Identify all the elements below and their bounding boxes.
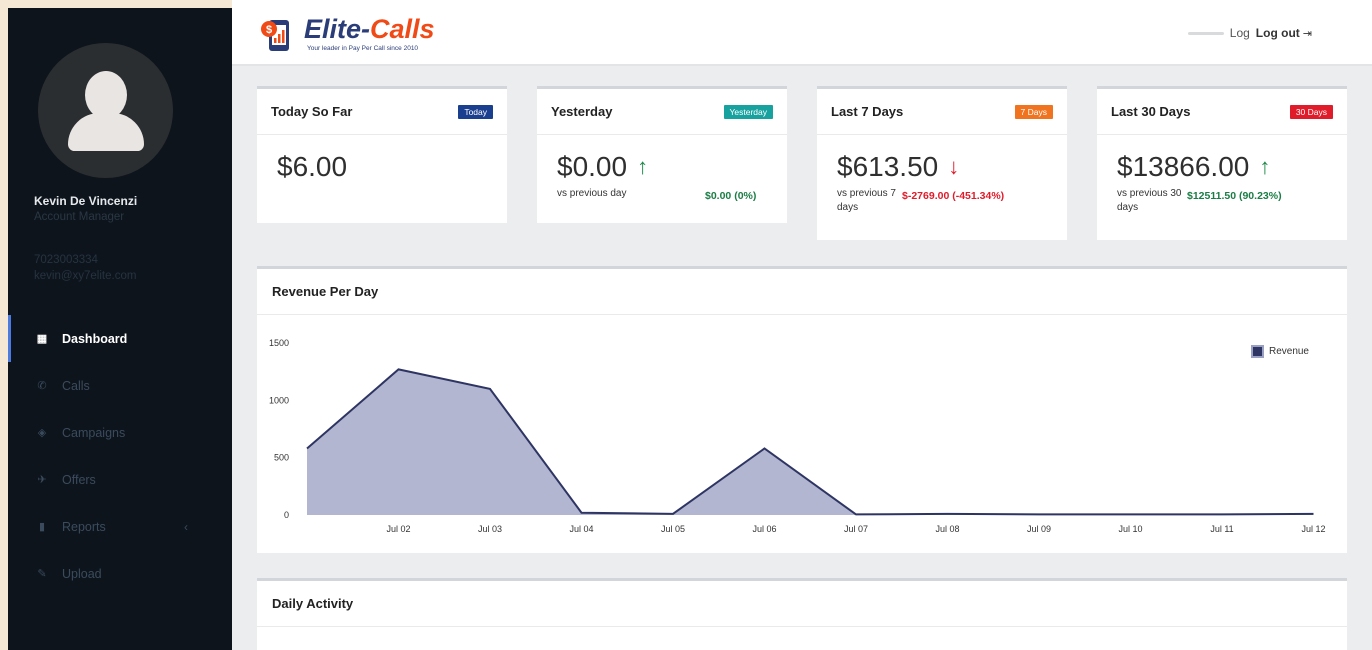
stat-title: Last 7 Days [831,104,904,119]
y-tick-label: 1000 [269,395,289,405]
period-badge: 7 Days [1014,104,1053,119]
svg-text:$: $ [266,24,272,36]
paper-plane-icon: ✈ [37,474,47,486]
blurred-username [1187,31,1224,35]
sidebar-item-label: Calls [62,378,90,393]
sign-out-icon: ⇥ [1302,28,1312,40]
chevron-left-icon: ‹ [184,519,188,534]
daily-activity-panel: Daily Activity [257,578,1347,650]
log-text: Log [1229,26,1250,40]
revenue-area [307,369,1314,515]
user-menu: Log Log out ⇥ [1187,26,1312,40]
user-phone: 7023003334 [34,254,98,266]
comparison-delta: $12511.50 (90.23%) [1187,190,1282,202]
user-name: Kevin De Vincenzi [34,194,138,208]
logout-link[interactable]: Log out ⇥ [1256,26,1312,40]
x-tick-label: Jul 12 [1301,524,1325,534]
sidebar-item-calls[interactable]: ✆ Calls [8,362,232,409]
arrow-down-icon: ↓ [948,154,960,179]
avatar [38,43,173,178]
phone-icon: ✆ [37,380,47,392]
sidebar-item-label: Reports [62,519,106,534]
stat-card-7-days: Last 7 Days 7 Days $613.50 ↓ vs previous … [817,86,1067,240]
comparison-label: vs previous 30 days [1117,188,1182,213]
avatar-body-icon [68,113,144,151]
grid-icon: ▦ [36,333,48,345]
x-tick-label: Jul 02 [386,524,410,534]
y-tick-label: 500 [274,453,289,463]
sidebar-item-offers[interactable]: ✈ Offers [8,456,232,503]
sidebar-item-campaigns[interactable]: ◈ Campaigns [8,409,232,456]
sidebar-item-label: Campaigns [62,425,126,440]
stat-amount: $613.50 [837,151,939,182]
stat-card-yesterday: Yesterday Yesterday $0.00 ↑ vs previous d… [537,86,787,223]
x-tick-label: Jul 05 [661,524,685,534]
sidebar: Kevin De Vincenzi Account Manager 702300… [8,8,232,650]
revenue-chart: 0 500 1000 1500 Jul 02 Jul 03 Jul 04 Jul 05 Jul … [269,338,1326,534]
sidebar-item-reports[interactable]: ▮ Reports ‹ [8,503,232,550]
x-tick-label: Jul 04 [569,524,593,534]
brand-wordmark: Elite-Calls [304,14,435,44]
user-role: Account Manager [34,211,125,223]
panel-title: Daily Activity [257,581,1347,627]
y-tick-label: 1500 [269,338,289,348]
stat-amount: $6.00 [277,151,348,182]
revenue-panel: Revenue Per Day Revenue 0 500 1000 1500 Jul … [257,266,1347,553]
avatar-head-icon [85,71,127,119]
brand-tagline: Your leader in Pay Per Call since 2010 [307,45,419,52]
x-tick-label: Jul 06 [752,524,776,534]
x-tick-label: Jul 03 [478,524,502,534]
bar-chart-icon: ▮ [38,521,46,533]
sidebar-item-label: Dashboard [62,331,128,346]
sidebar-item-label: Offers [62,472,96,487]
comparison-delta: $-2769.00 (-451.34%) [902,190,1005,202]
comparison-label: vs previous day [557,188,627,199]
sidebar-item-label: Upload [62,566,102,581]
sidebar-item-upload[interactable]: ✎ Upload [8,550,232,597]
arrow-up-icon: ↑ [1259,154,1271,179]
stat-card-today: Today So Far Today $6.00 [257,86,507,223]
edit-icon: ✎ [37,568,47,580]
stat-title: Yesterday [551,104,613,119]
x-tick-label: Jul 10 [1118,524,1142,534]
period-badge: 30 Days [1289,104,1333,119]
period-badge: Today [458,104,493,119]
x-tick-label: Jul 11 [1210,524,1233,534]
diamond-icon: ◈ [37,427,47,439]
period-badge: Yesterday [723,104,773,119]
stat-amount: $13866.00 [1117,151,1250,182]
x-tick-label: Jul 08 [935,524,959,534]
stat-title: Last 30 Days [1111,104,1191,119]
stat-card-30-days: Last 30 Days 30 Days $13866.00 ↑ vs previ… [1097,86,1347,240]
sidebar-nav: ▦ Dashboard ✆ Calls ◈ Campaigns ✈ Offers… [8,315,232,597]
y-tick-label: 0 [284,510,289,520]
x-tick-label: Jul 07 [844,524,868,534]
top-bar: $ Elite-Calls Your leader in Pay Per Cal… [232,0,1372,66]
x-tick-label: Jul 09 [1027,524,1051,534]
stat-title: Today So Far [271,104,353,119]
panel-title: Revenue Per Day [257,269,1347,315]
sidebar-item-dashboard[interactable]: ▦ Dashboard [8,315,232,362]
phone-dollar-logo-icon: $ [261,20,289,51]
arrow-up-icon: ↑ [637,154,649,179]
user-email: kevin@xy7elite.com [34,270,137,282]
comparison-delta: $0.00 (0%) [705,190,757,202]
stat-amount: $0.00 [557,151,628,182]
